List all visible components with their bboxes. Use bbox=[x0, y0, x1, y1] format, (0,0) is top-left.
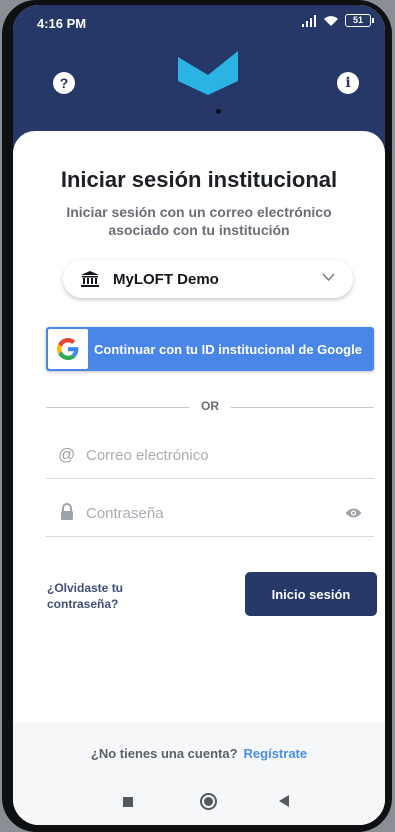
myloft-logo bbox=[178, 51, 238, 95]
recents-icon[interactable] bbox=[123, 797, 133, 807]
phone-frame: 4:16 PM 51 ? i Iniciar sesión institucio… bbox=[2, 0, 392, 832]
status-icons: 51 bbox=[301, 14, 374, 27]
help-icon[interactable]: ? bbox=[53, 72, 75, 94]
login-card: Iniciar sesión institucional Iniciar ses… bbox=[13, 131, 385, 825]
page-indicator-dot bbox=[216, 109, 221, 114]
lock-icon bbox=[61, 503, 73, 520]
forgot-password-link[interactable]: ¿Olvidaste tu contraseña? bbox=[47, 580, 167, 612]
app-screen: 4:16 PM 51 ? i Iniciar sesión institucio… bbox=[13, 5, 385, 825]
google-signin-button[interactable]: Continuar con tu ID institucional de Goo… bbox=[46, 327, 374, 371]
chevron-down-icon bbox=[322, 273, 335, 282]
page-subtitle: Iniciar sesión con un correo electrónico… bbox=[66, 204, 332, 238]
status-time: 4:16 PM bbox=[37, 16, 87, 31]
or-separator: OR bbox=[46, 399, 374, 415]
institution-name: MyLOFT Demo bbox=[113, 270, 219, 288]
password-input[interactable] bbox=[86, 499, 336, 527]
divider-right bbox=[231, 407, 374, 408]
google-logo-box bbox=[48, 329, 88, 369]
at-icon: @ bbox=[58, 445, 76, 464]
password-field bbox=[46, 491, 374, 537]
info-icon[interactable]: i bbox=[337, 72, 359, 94]
google-button-label: Continuar con tu ID institucional de Goo… bbox=[94, 341, 362, 357]
bank-icon bbox=[81, 271, 99, 287]
no-account-text: ¿No tienes una cuenta? bbox=[90, 745, 238, 761]
back-icon[interactable] bbox=[279, 795, 289, 807]
google-icon bbox=[57, 338, 79, 360]
email-field: @ bbox=[46, 433, 374, 479]
signal-icon bbox=[302, 14, 316, 27]
wifi-icon bbox=[324, 16, 338, 26]
page-title: Iniciar sesión institucional bbox=[60, 167, 338, 192]
status-bar: 4:16 PM 51 bbox=[13, 5, 385, 39]
or-label: OR bbox=[201, 399, 219, 413]
institution-select[interactable]: MyLOFT Demo bbox=[63, 260, 353, 298]
home-icon[interactable] bbox=[200, 793, 217, 810]
email-input[interactable] bbox=[86, 441, 336, 469]
battery-icon: 51 bbox=[345, 14, 374, 27]
login-button[interactable]: Inicio sesión bbox=[245, 572, 377, 616]
signup-footer: ¿No tienes una cuenta? Regístrate bbox=[13, 723, 385, 783]
android-nav-bar bbox=[13, 781, 385, 825]
eye-icon[interactable] bbox=[345, 507, 362, 519]
register-link[interactable]: Regístrate bbox=[244, 746, 308, 761]
